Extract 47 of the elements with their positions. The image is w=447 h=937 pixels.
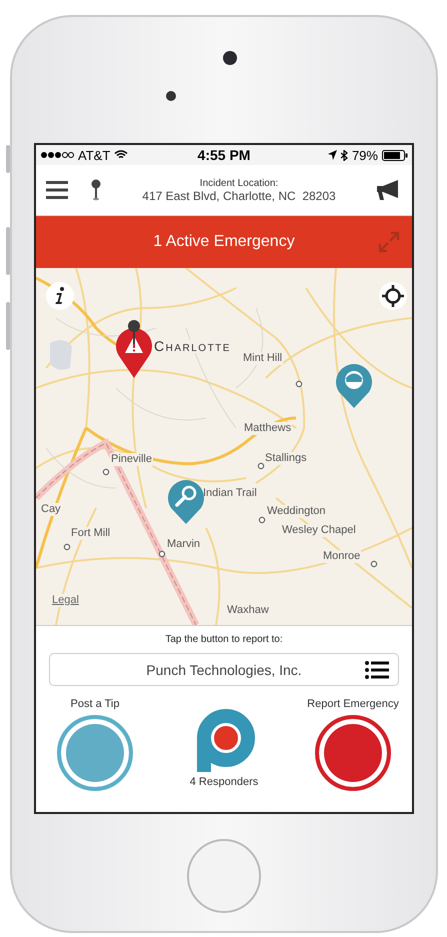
town-marker-icon [370,560,378,568]
sensor-icon [166,91,176,101]
battery-percent: 79% [352,148,378,162]
map-pin-icon[interactable] [90,179,102,201]
map-label: Matthews [243,422,292,435]
map-label: Stallings [264,452,308,465]
organization-selector[interactable]: Punch Technologies, Inc. [49,653,399,686]
town-marker-icon [257,462,265,470]
legal-link[interactable]: Legal [51,594,80,607]
list-icon[interactable] [365,661,389,679]
carrier-name: AT&T [78,148,110,162]
town-marker-icon [295,380,303,388]
menu-icon[interactable] [46,181,68,199]
location-arrow-icon [328,150,337,160]
locate-button[interactable] [378,281,408,311]
town-marker-icon [102,468,110,476]
person-pin-icon[interactable] [334,362,374,410]
wifi-icon [114,150,128,160]
bluetooth-icon [340,150,348,160]
organization-name: Punch Technologies, Inc. [146,662,302,678]
search-pin-icon[interactable] [166,478,206,526]
map-label: Charlotte [153,340,232,353]
map-label: Wesley Chapel [281,524,357,537]
signal-icon [40,151,74,159]
banner-text: 1 Active Emergency [153,233,295,251]
info-button[interactable] [45,281,75,311]
camera-icon [223,51,237,65]
map-label: Pineville [110,453,153,466]
map-label: Weddington [266,505,327,518]
battery-icon [382,150,408,160]
action-label: Report Emergency [307,698,399,710]
town-marker-icon [158,550,166,558]
lake-drawing [50,340,72,370]
responders-count: 4 Responders [190,776,258,788]
map-label: Monroe [322,550,362,563]
town-marker-icon [258,516,266,524]
warning-pin-icon[interactable] [114,320,154,380]
action-label: Post a Tip [70,698,120,710]
map-label: Mint Hill [242,352,284,365]
location-address: 417 East Blvd, Charlotte, NC 28203 [142,188,336,202]
map-label: Fort Mill [70,527,112,540]
location-title: Incident Location: [200,178,278,188]
status-time: 4:55 PM [198,147,250,163]
map-label: Cay [40,503,62,516]
report-prompt: Tap the button to report to: [165,634,283,645]
emergency-banner[interactable]: 1 Active Emergency [36,216,412,268]
town-marker-icon [63,543,71,551]
